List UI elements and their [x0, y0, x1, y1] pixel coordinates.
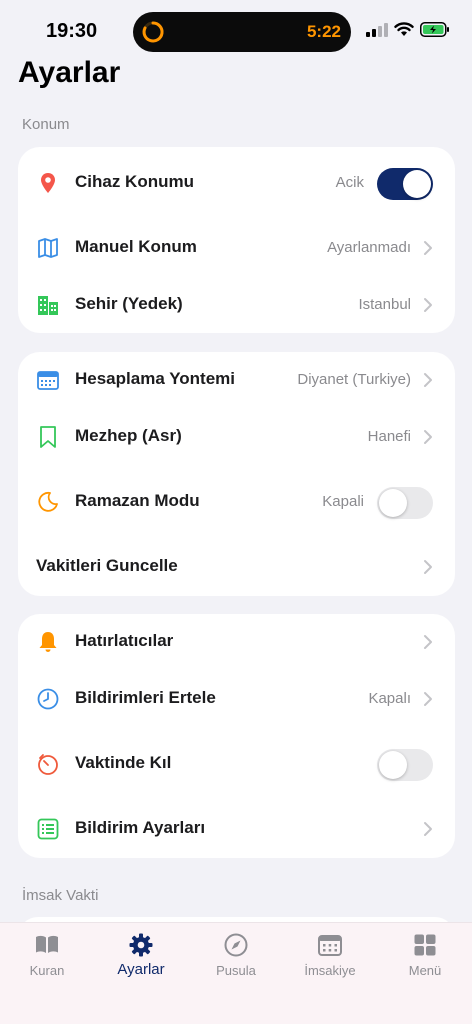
chevron-right-icon [424, 298, 432, 312]
row-manuel-konum[interactable]: Manuel Konum Ayarlanmadı [18, 220, 455, 276]
row-label: Vakitleri Guncelle [36, 556, 178, 575]
calendar-icon [36, 368, 60, 392]
row-cihaz-konumu[interactable]: Cihaz Konumu Acik [18, 155, 455, 211]
row-vaktinde-kil[interactable]: Vaktinde Kıl [18, 736, 455, 792]
signal-icon [366, 22, 388, 37]
tab-menu[interactable]: Menü [378, 931, 472, 978]
calculation-card: Hesaplama Yontemi Diyanet (Turkiye) Mezh… [18, 352, 455, 596]
buildings-icon [36, 293, 60, 317]
row-bildirim-ayarlari[interactable]: Bildirim Ayarları [18, 801, 455, 857]
status-time: 19:30 [46, 20, 98, 42]
bell-icon [36, 630, 60, 654]
row-ramazan[interactable]: Ramazan Modu Kapali [18, 474, 455, 530]
gear-icon [129, 933, 153, 957]
row-value: Acik [335, 174, 364, 191]
vaktinde-kil-toggle[interactable] [377, 749, 433, 781]
notifications-card: Hatırlatıcılar Bildirimleri Ertele Kapal… [18, 614, 455, 858]
location-card: Cihaz Konumu Acik Manuel Konum Ayarlanma… [18, 147, 455, 333]
toggle-knob [403, 170, 431, 198]
tab-label: Pusula [216, 963, 256, 978]
grid-icon [414, 934, 436, 956]
tab-label: Kuran [29, 963, 65, 978]
row-label: Hatırlatıcılar [75, 631, 174, 650]
toggle-knob [379, 751, 407, 779]
row-value: Istanbul [358, 296, 411, 313]
wifi-icon [394, 22, 414, 36]
timer-icon [36, 752, 60, 776]
location-pin-icon [36, 171, 60, 195]
row-sehir[interactable]: Sehir (Yedek) Istanbul [18, 277, 455, 333]
row-hatirlaticilar[interactable]: Hatırlatıcılar [18, 614, 455, 670]
chevron-right-icon [424, 692, 432, 706]
tab-ayarlar[interactable]: Ayarlar [94, 931, 188, 978]
battery-icon [420, 22, 449, 37]
row-label: Mezhep (Asr) [75, 426, 182, 445]
chevron-right-icon [424, 560, 432, 574]
row-value: Diyanet (Turkiye) [297, 371, 411, 388]
row-label: Cihaz Konumu [75, 172, 194, 191]
chevron-right-icon [424, 430, 432, 444]
row-value: Kapali [322, 493, 364, 510]
island-timer: 5:22 [306, 22, 341, 41]
tab-kuran[interactable]: Kuran [0, 931, 94, 978]
toggle-knob [379, 489, 407, 517]
row-vakitleri-guncelle[interactable]: Vakitleri Guncelle [18, 539, 455, 595]
row-label: Vaktinde Kıl [75, 753, 172, 772]
row-label: Sehir (Yedek) [75, 294, 183, 313]
cihaz-konumu-toggle[interactable] [377, 168, 433, 200]
bookmark-icon [36, 425, 60, 449]
tab-imsakiye[interactable]: İmsakiye [283, 931, 377, 978]
row-mezhep[interactable]: Mezhep (Asr) Hanefi [18, 409, 455, 465]
dynamic-island: 5:22 [133, 12, 351, 52]
chevron-right-icon [424, 822, 432, 836]
row-label: Hesaplama Yontemi [75, 369, 235, 388]
clock-icon [36, 687, 60, 711]
book-icon [36, 935, 58, 953]
compass-icon [224, 933, 248, 957]
moon-icon [36, 490, 60, 514]
map-icon [36, 236, 60, 260]
tab-bar: Kuran Ayarlar Pusula İmsakiye Menü [0, 922, 472, 1024]
timer-ring-icon [142, 21, 164, 43]
section-label-imsak: İmsak Vakti [22, 887, 99, 904]
row-bildirimleri-ertele[interactable]: Bildirimleri Ertele Kapalı [18, 671, 455, 727]
tab-label: İmsakiye [304, 963, 356, 978]
row-label: Manuel Konum [75, 237, 197, 256]
chevron-right-icon [424, 635, 432, 649]
calendar-icon [318, 935, 342, 956]
section-label-konum: Konum [22, 116, 70, 133]
row-label: Ramazan Modu [75, 491, 200, 510]
tab-label: Ayarlar [117, 961, 165, 978]
row-label: Bildirimleri Ertele [75, 688, 216, 707]
row-hesaplama[interactable]: Hesaplama Yontemi Diyanet (Turkiye) [18, 352, 455, 408]
list-icon [36, 817, 60, 841]
page-title: Ayarlar [18, 56, 121, 89]
tab-label: Menü [408, 963, 442, 978]
row-value: Ayarlanmadı [327, 239, 411, 256]
row-value: Kapalı [368, 690, 411, 707]
ramazan-modu-toggle[interactable] [377, 487, 433, 519]
chevron-right-icon [424, 241, 432, 255]
chevron-right-icon [424, 373, 432, 387]
tab-pusula[interactable]: Pusula [189, 931, 283, 978]
row-label: Bildirim Ayarları [75, 818, 206, 837]
row-value: Hanefi [367, 428, 411, 445]
status-bar: 19:30 5:22 [0, 0, 472, 62]
